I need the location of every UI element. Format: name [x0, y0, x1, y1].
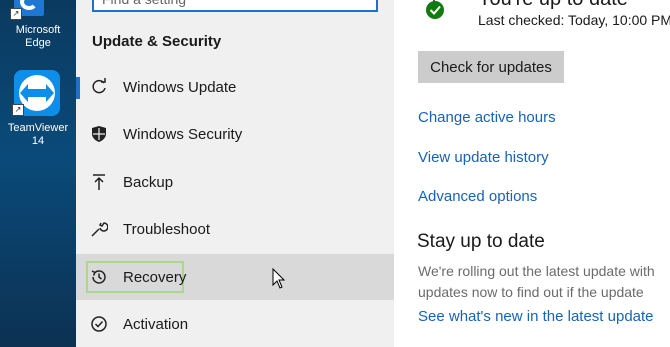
sidebar-item-windows-update[interactable]: Windows Update	[76, 67, 394, 109]
section-title: Update & Security	[92, 33, 222, 50]
stay-up-to-date-heading: Stay up to date	[417, 231, 545, 252]
wrench-icon	[91, 222, 108, 237]
check-for-updates-button[interactable]: Check for updates	[418, 51, 564, 83]
sidebar-item-label: Troubleshoot	[123, 221, 210, 238]
sidebar-item-windows-security[interactable]: Windows Security	[76, 114, 394, 156]
sidebar-item-label: Windows Security	[123, 126, 243, 143]
shortcut-arrow-icon: ↗	[12, 104, 24, 116]
desktop-background: ↗ Microsoft Edge ↗ TeamViewer 14	[0, 0, 76, 347]
settings-sidebar: Update & Security Windows Update Windows…	[76, 0, 394, 347]
teamviewer-label: TeamViewer 14	[7, 122, 69, 147]
whats-new-link[interactable]: See what's new in the latest update	[418, 308, 654, 325]
main-pane: You're up to date Last checked: Today, 1…	[394, 0, 670, 347]
sidebar-item-label: Recovery	[123, 269, 187, 286]
stay-description-line-2: updates now to find out if the update	[418, 284, 644, 300]
sidebar-item-label: Backup	[123, 174, 174, 191]
last-checked-text: Last checked: Today, 10:00 PM	[478, 12, 670, 28]
history-icon	[91, 270, 106, 284]
search-box[interactable]	[92, 0, 392, 12]
shield-icon	[92, 126, 106, 142]
sidebar-item-label: Activation	[123, 316, 189, 333]
sidebar-item-recovery[interactable]: Recovery	[76, 254, 394, 300]
check-circle-icon	[91, 316, 107, 332]
backup-arrow-icon	[93, 174, 105, 190]
sidebar-item-label: Windows Update	[123, 79, 237, 96]
sidebar-item-backup[interactable]: Backup	[76, 162, 394, 204]
refresh-icon	[92, 78, 106, 94]
sidebar-item-troubleshoot[interactable]: Troubleshoot	[76, 209, 394, 251]
sidebar-item-activation[interactable]: Activation	[76, 304, 394, 346]
stay-description-line-1: We're rolling out the latest update with	[418, 263, 655, 279]
view-update-history-link[interactable]: View update history	[418, 149, 549, 166]
advanced-options-link[interactable]: Advanced options	[418, 188, 537, 205]
shortcut-arrow-icon: ↗	[10, 8, 22, 20]
status-title: You're up to date	[478, 0, 628, 11]
edge-label: Microsoft Edge	[15, 24, 61, 49]
search-input[interactable]	[94, 0, 392, 10]
change-active-hours-link[interactable]: Change active hours	[418, 109, 556, 126]
update-status-icon	[426, 0, 444, 19]
mouse-cursor-icon	[272, 268, 286, 289]
